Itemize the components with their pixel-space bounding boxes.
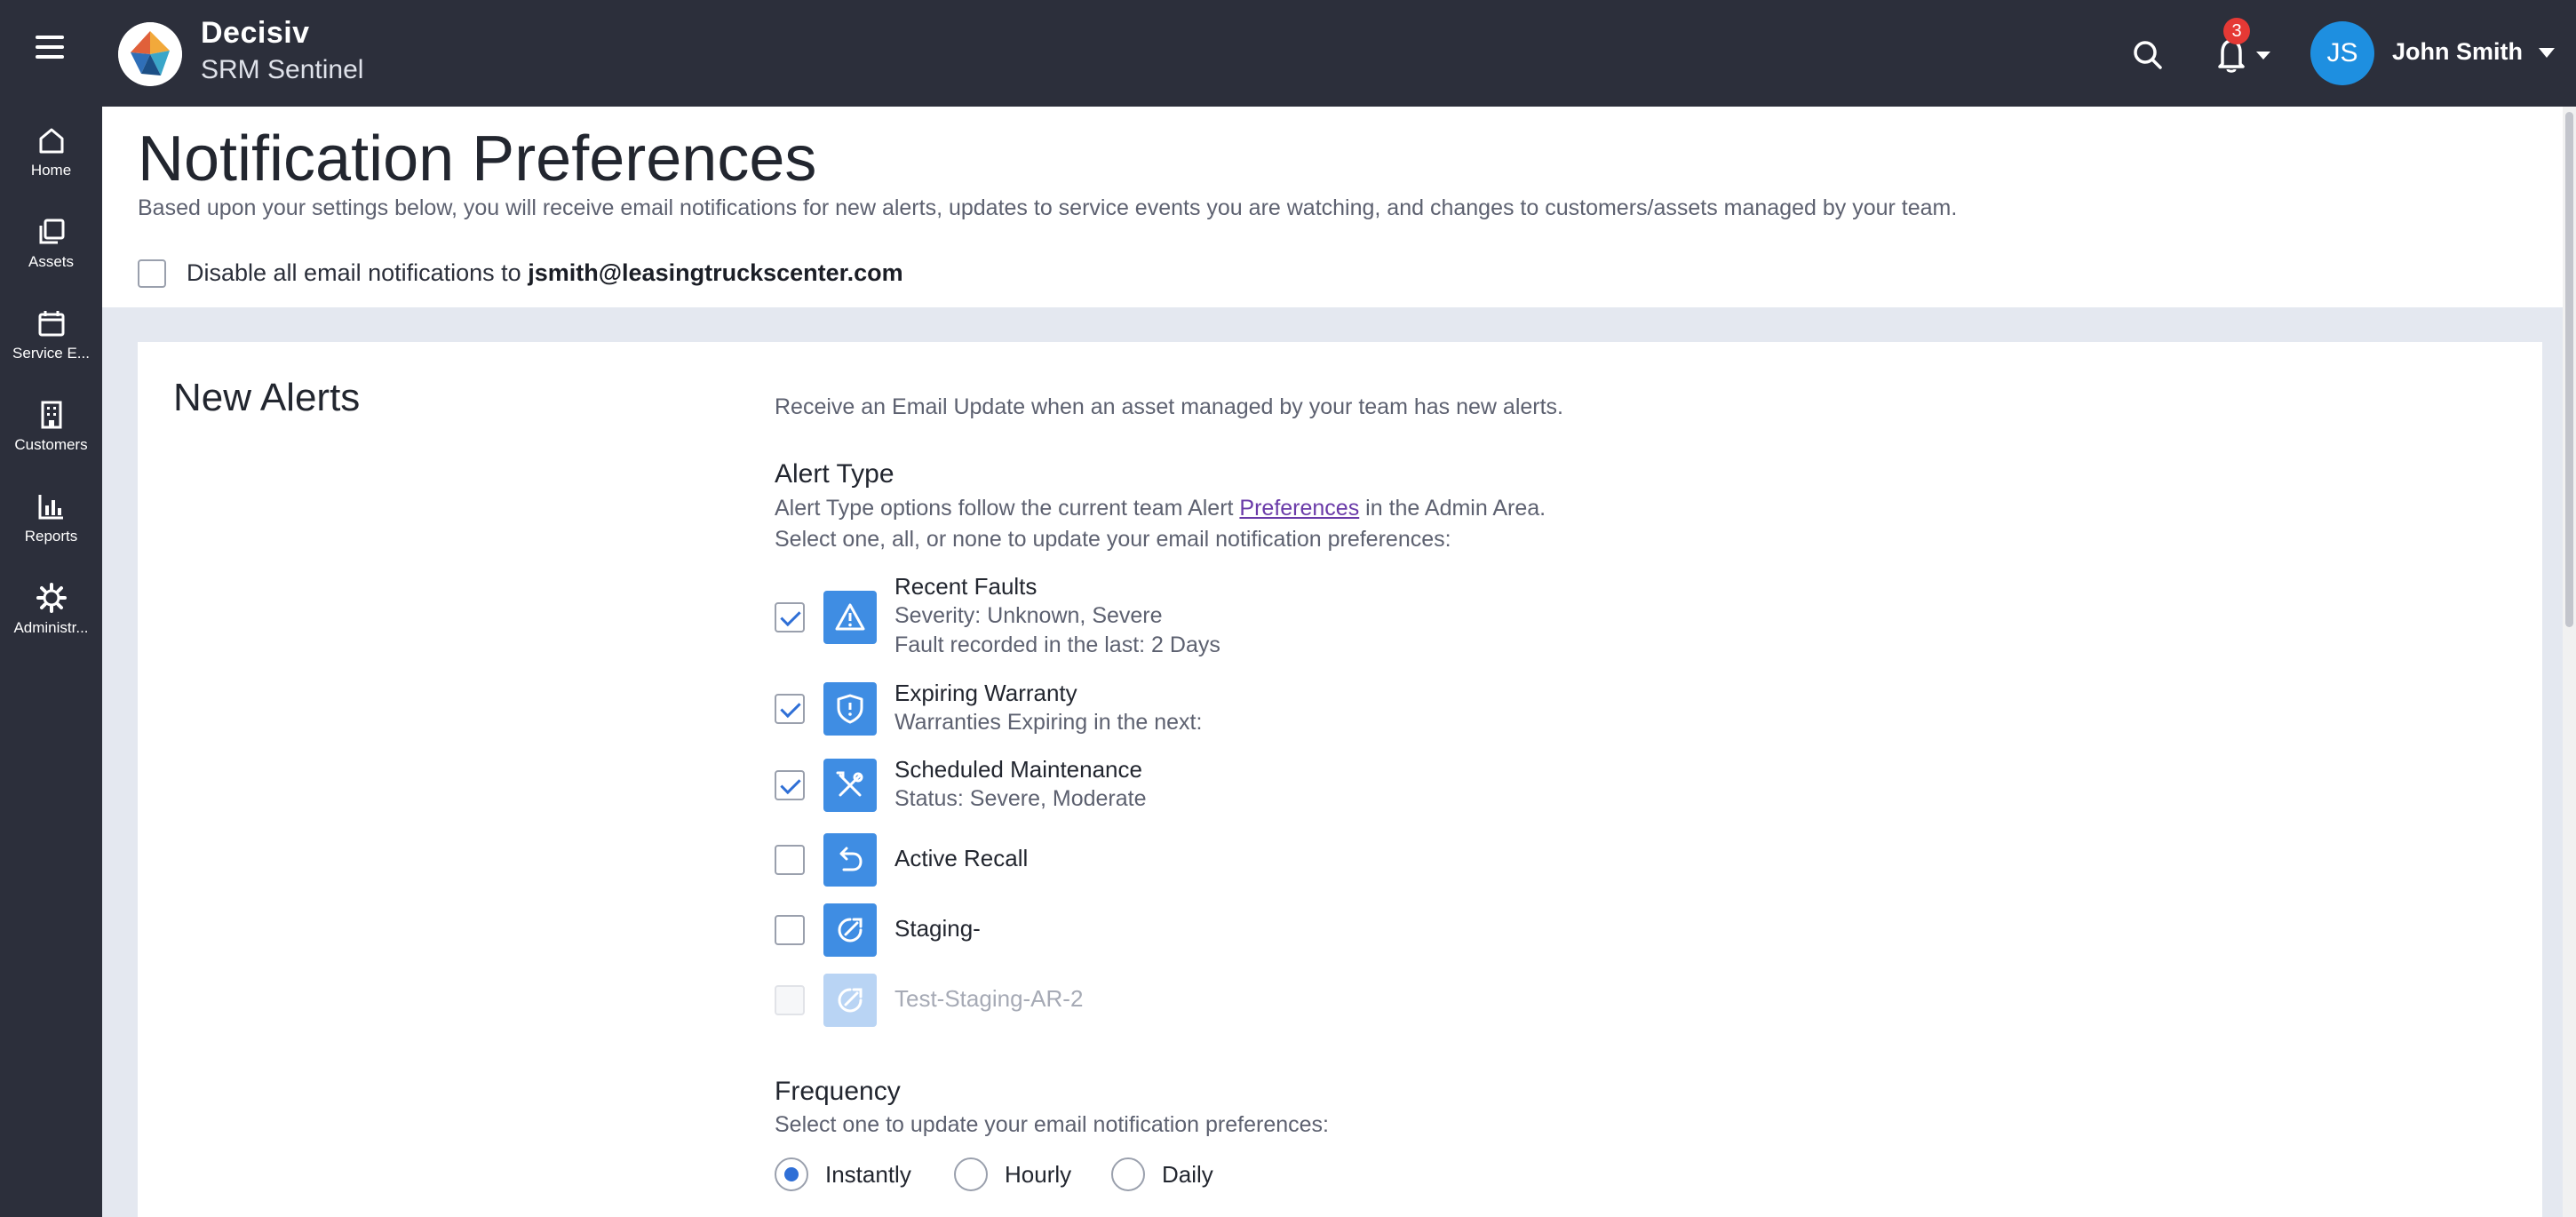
user-name[interactable]: John Smith	[2392, 38, 2523, 66]
notification-count-badge: 3	[2223, 18, 2250, 44]
disable-email-address: jsmith@leasingtruckscenter.com	[528, 259, 903, 286]
sidebar-item-label: Administr...	[13, 619, 89, 636]
alert-detail: Warranties Expiring in the next:	[894, 710, 1203, 735]
page-scrollbar[interactable]	[2563, 107, 2576, 1217]
calendar-icon	[38, 311, 64, 337]
sidebar-item-reports[interactable]: Reports	[0, 490, 102, 570]
frequency-instruction: Select one to update your email notifica…	[775, 1112, 1329, 1137]
search-icon[interactable]	[2130, 37, 2166, 73]
alert-name: Scheduled Maintenance	[894, 756, 1142, 783]
alert-type-text-after: in the Admin Area.	[1365, 496, 1546, 521]
home-icon	[39, 128, 63, 154]
sidebar-item-service-events[interactable]: Service E...	[0, 307, 102, 387]
disable-all-notifications-checkbox[interactable]	[138, 259, 166, 288]
chevron-down-icon	[2256, 52, 2270, 60]
sidebar-item-assets[interactable]: Assets	[0, 216, 102, 296]
hamburger-menu-icon[interactable]	[36, 36, 64, 59]
sidebar-item-label: Customers	[14, 436, 88, 453]
custom-alert-icon	[823, 974, 877, 1027]
shield-icon	[823, 682, 877, 736]
preferences-link[interactable]: Preferences	[1239, 496, 1359, 521]
alert-detail: Fault recorded in the last: 2 Days	[894, 632, 1220, 657]
assets-icon	[39, 219, 64, 244]
new-alerts-card: New Alerts Receive an Email Update when …	[138, 342, 2542, 1217]
sidebar-item-label: Reports	[24, 528, 78, 545]
sidebar-item-administration[interactable]: Administr...	[0, 582, 102, 662]
alert-type-text: Alert Type options follow the current te…	[775, 496, 1546, 521]
alert-name: Expiring Warranty	[894, 680, 1077, 706]
alert-name: Staging-	[894, 915, 981, 942]
alert-name: Active Recall	[894, 845, 1029, 871]
frequency-instantly-radio[interactable]	[775, 1157, 808, 1191]
frequency-instantly-label[interactable]: Instantly	[825, 1161, 911, 1189]
alert-type-heading: Alert Type	[775, 459, 894, 489]
sidebar-item-label: Assets	[28, 253, 75, 270]
gear-icon	[36, 583, 67, 613]
notifications-button[interactable]	[2212, 34, 2283, 75]
scrollbar-thumb[interactable]	[2565, 112, 2573, 627]
alert-type-instruction: Select one, all, or none to update your …	[775, 527, 1451, 552]
sidebar-item-customers[interactable]: Customers	[0, 399, 102, 479]
frequency-daily-radio[interactable]	[1111, 1157, 1145, 1191]
active-recall-checkbox[interactable]	[775, 845, 805, 875]
bell-icon	[2218, 39, 2245, 73]
avatar[interactable]: JS	[2310, 21, 2374, 85]
alert-detail: Severity: Unknown, Severe	[894, 603, 1163, 628]
disable-label-text: Disable all email notifications to	[187, 259, 521, 286]
custom-alert-icon	[823, 903, 877, 957]
frequency-hourly-radio[interactable]	[954, 1157, 988, 1191]
recent-faults-checkbox[interactable]	[775, 602, 805, 632]
alert-detail: Status: Severe, Moderate	[894, 786, 1147, 811]
new-alerts-title: New Alerts	[173, 376, 361, 419]
brand-subtitle: SRM Sentinel	[201, 55, 364, 84]
staging-checkbox[interactable]	[775, 915, 805, 945]
alert-name: Recent Faults	[894, 573, 1038, 600]
page-title: Notification Preferences	[138, 123, 817, 195]
frequency-daily-label[interactable]: Daily	[1162, 1161, 1213, 1189]
undo-arrow-icon	[823, 833, 877, 887]
frequency-heading: Frequency	[775, 1077, 901, 1106]
bar-chart-icon	[38, 495, 63, 520]
alert-name: Test-Staging-AR-2	[894, 985, 1084, 1012]
top-bar: Decisiv SRM Sentinel 3 JS John Smith	[0, 0, 2576, 107]
sidebar-item-label: Service E...	[12, 345, 90, 362]
sidebar-item-home[interactable]: Home	[0, 124, 102, 204]
decisiv-logo[interactable]	[118, 22, 182, 86]
user-menu-chevron-icon[interactable]	[2539, 48, 2555, 58]
scheduled-maintenance-checkbox[interactable]	[775, 770, 805, 800]
sidebar: Home Assets Service E... Customers Repor…	[0, 107, 102, 1217]
sidebar-item-label: Home	[30, 162, 72, 179]
wrench-screwdriver-icon	[823, 759, 877, 812]
warning-triangle-icon	[823, 591, 877, 644]
test-staging-ar-2-checkbox	[775, 985, 805, 1015]
disable-all-notifications-label[interactable]: Disable all email notifications to jsmit…	[187, 259, 903, 287]
building-icon	[41, 401, 61, 429]
frequency-hourly-label[interactable]: Hourly	[1005, 1161, 1071, 1189]
new-alerts-description: Receive an Email Update when an asset ma…	[775, 394, 1563, 419]
page-header: Notification Preferences Based upon your…	[102, 107, 2563, 307]
page-description: Based upon your settings below, you will…	[138, 195, 1958, 220]
alert-type-text-before: Alert Type options follow the current te…	[775, 496, 1234, 521]
expiring-warranty-checkbox[interactable]	[775, 694, 805, 724]
brand-name: Decisiv	[201, 16, 310, 50]
